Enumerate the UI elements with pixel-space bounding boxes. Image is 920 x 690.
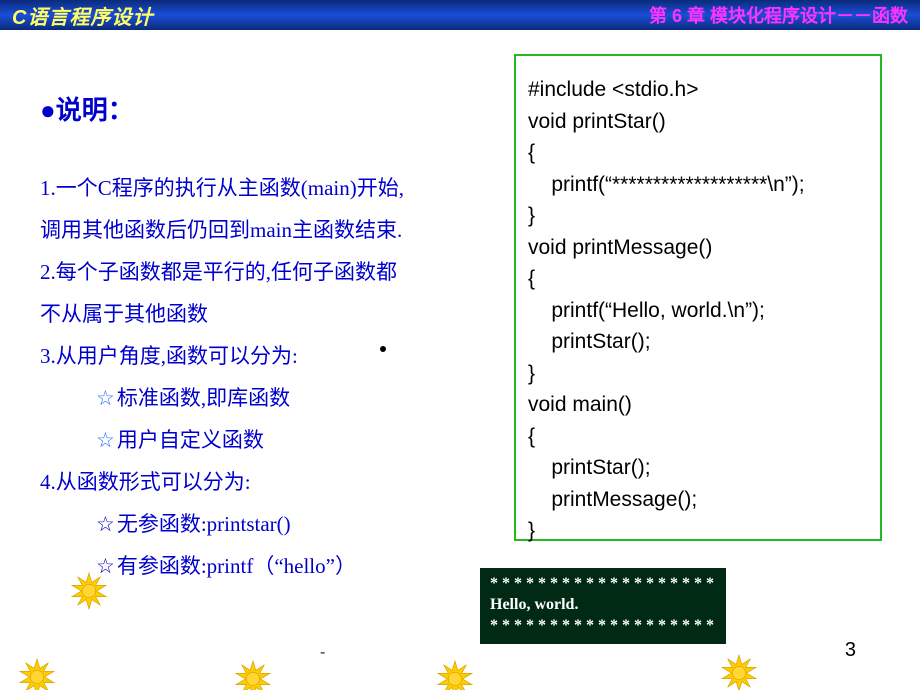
sun-decoration-icon — [436, 660, 474, 690]
output-line-3: * * * * * * * * * * * * * * * * * * * — [490, 616, 716, 637]
point-1-line-2: 调用其他函数后仍回到main主函数结束. — [40, 209, 490, 251]
cursor-dot-icon — [380, 346, 386, 352]
point-4: 4.从函数形式可以分为: — [40, 461, 490, 503]
code-snippet-box: #include <stdio.h> void printStar() { pr… — [514, 54, 882, 541]
header-title-right: 第 6 章 模块化程序设计－－函数 — [649, 2, 908, 28]
point-3-bullet-2: ☆用户自定义函数 — [40, 419, 490, 461]
footer-dash: - — [320, 644, 325, 662]
point-3: 3.从用户角度,函数可以分为: — [40, 335, 490, 377]
explanation-body: 1.一个C程序的执行从主函数(main)开始, 调用其他函数后仍回到main主函… — [40, 167, 490, 587]
program-output-box: * * * * * * * * * * * * * * * * * * * He… — [480, 568, 726, 644]
star-icon: ☆ — [96, 512, 115, 536]
point-1-line-1: 1.一个C程序的执行从主函数(main)开始, — [40, 167, 490, 209]
point-3-bullet-1: ☆标准函数,即库函数 — [40, 377, 490, 419]
sun-decoration-icon — [18, 658, 56, 690]
header-title-left: C语言程序设计 — [12, 1, 153, 30]
sun-decoration-icon — [234, 660, 272, 690]
star-outline-icon: ☆ — [96, 428, 115, 452]
slide-header: C语言程序设计 第 6 章 模块化程序设计－－函数 — [0, 0, 920, 30]
point-2-line-1: 2.每个子函数都是平行的,任何子函数都 — [40, 251, 490, 293]
sun-decoration-icon — [720, 654, 758, 690]
output-line-1: * * * * * * * * * * * * * * * * * * * — [490, 574, 716, 595]
output-line-2: Hello, world. — [490, 595, 716, 616]
page-number: 3 — [845, 639, 856, 662]
slide: C语言程序设计 第 6 章 模块化程序设计－－函数 ●说明： 1.一个C程序的执… — [0, 0, 920, 690]
point-4-bullet-1: ☆无参函数:printstar() — [40, 503, 490, 545]
sun-decoration-icon — [70, 572, 108, 610]
explanation-column: ●说明： 1.一个C程序的执行从主函数(main)开始, 调用其他函数后仍回到m… — [40, 90, 490, 587]
section-heading: ●说明： — [40, 90, 490, 127]
point-2-line-2: 不从属于其他函数 — [40, 293, 490, 335]
star-outline-icon: ☆ — [96, 386, 115, 410]
